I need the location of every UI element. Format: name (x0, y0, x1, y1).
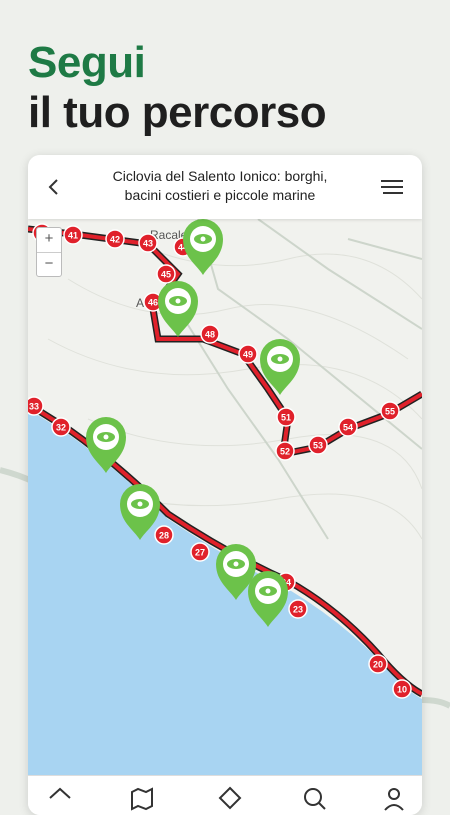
hero-title-line2: il tuo percorso (28, 88, 327, 137)
waypoint-marker[interactable]: 55 (380, 401, 400, 421)
waypoint-number: 49 (243, 350, 253, 360)
route-title-line2: bacini costieri e piccole marine (124, 187, 316, 203)
waypoint-number: 45 (161, 270, 171, 280)
profile-icon[interactable] (380, 784, 408, 812)
waypoint-number: 55 (385, 407, 395, 417)
waypoint-number: 20 (373, 660, 383, 670)
zoom-in-button[interactable]: + (37, 228, 61, 253)
waypoint-number: 32 (56, 423, 66, 433)
waypoint-marker[interactable]: 48 (200, 324, 220, 344)
waypoint-number: 33 (29, 402, 39, 412)
hero-heading: Segui il tuo percorso (28, 38, 327, 138)
waypoint-marker[interactable]: 53 (308, 435, 328, 455)
waypoint-number: 48 (205, 330, 215, 340)
waypoint-marker[interactable]: 32 (51, 417, 71, 437)
back-arrow-icon[interactable] (42, 175, 66, 199)
phone-screen: Ciclovia del Salento Ionico: borghi, bac… (28, 155, 422, 815)
zoom-control: + − (36, 227, 62, 277)
waypoint-marker[interactable]: 51 (276, 407, 296, 427)
waypoint-marker[interactable]: 10 (392, 679, 412, 699)
waypoint-number: 52 (280, 447, 290, 457)
waypoint-marker[interactable]: 52 (275, 441, 295, 461)
waypoint-marker[interactable]: 41 (63, 225, 83, 245)
waypoint-number: 41 (68, 231, 78, 241)
waypoint-number: 28 (159, 531, 169, 541)
waypoint-number: 46 (148, 298, 158, 308)
waypoint-marker[interactable]: 49 (238, 344, 258, 364)
search-icon[interactable] (300, 784, 328, 812)
route-map[interactable]: Racale Alliste 4041424344454648495152535… (28, 219, 422, 775)
waypoint-marker[interactable]: 23 (288, 599, 308, 619)
waypoint-number: 43 (143, 239, 153, 249)
waypoint-number: 23 (293, 605, 303, 615)
bottom-navigation (28, 775, 422, 815)
waypoint-marker[interactable]: 33 (28, 396, 44, 416)
home-icon[interactable] (46, 784, 74, 812)
waypoint-number: 27 (195, 548, 205, 558)
waypoint-number: 53 (313, 441, 323, 451)
route-title: Ciclovia del Salento Ionico: borghi, bac… (78, 167, 362, 205)
waypoint-marker[interactable]: 28 (154, 525, 174, 545)
map-icon[interactable] (128, 784, 156, 812)
zoom-out-button[interactable]: − (37, 253, 61, 277)
waypoint-marker[interactable]: 42 (105, 229, 125, 249)
waypoint-marker[interactable]: 45 (156, 264, 176, 284)
waypoint-marker[interactable]: 43 (138, 233, 158, 253)
waypoint-number: 54 (343, 423, 353, 433)
menu-icon[interactable] (380, 177, 404, 197)
waypoint-marker[interactable]: 20 (368, 654, 388, 674)
hero-title-line1: Segui (28, 38, 146, 87)
waypoint-number: 51 (281, 413, 291, 423)
route-title-line1: Ciclovia del Salento Ionico: borghi, (112, 168, 328, 184)
waypoint-number: 10 (397, 685, 407, 695)
route-icon[interactable] (216, 784, 244, 812)
waypoint-number: 42 (110, 235, 120, 245)
waypoint-marker[interactable]: 27 (190, 542, 210, 562)
waypoint-marker[interactable]: 54 (338, 417, 358, 437)
app-top-bar: Ciclovia del Salento Ionico: borghi, bac… (28, 155, 422, 219)
